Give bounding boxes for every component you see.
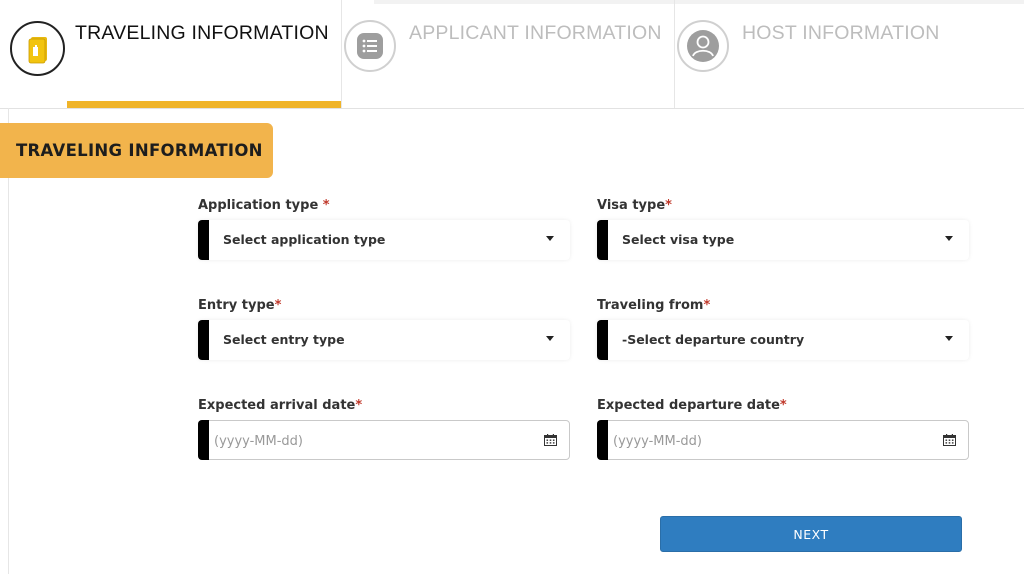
arrival-date-label: Expected arrival date* bbox=[198, 398, 363, 413]
section-title-banner: TRAVELING INFORMATION bbox=[0, 123, 273, 178]
entry-type-selected: Select entry type bbox=[223, 332, 345, 347]
tab-label: APPLICANT INFORMATION bbox=[409, 22, 662, 44]
caret-down-icon bbox=[945, 336, 953, 341]
tab-applicant-information[interactable]: APPLICANT INFORMATION bbox=[341, 0, 675, 108]
passport-icon bbox=[28, 36, 47, 63]
required-mark: * bbox=[355, 398, 363, 413]
user-icon bbox=[687, 30, 719, 62]
departure-date-input[interactable] bbox=[611, 429, 935, 453]
application-type-label: Application type * bbox=[198, 198, 330, 213]
caret-down-icon bbox=[945, 236, 953, 241]
entry-type-select[interactable]: Select entry type bbox=[198, 320, 570, 360]
traveling-from-select[interactable]: -Select departure country bbox=[597, 320, 969, 360]
application-type-select[interactable]: Select application type bbox=[198, 220, 570, 260]
caret-down-icon bbox=[546, 236, 554, 241]
departure-date-container bbox=[597, 420, 969, 460]
tab-icon-circle bbox=[677, 20, 729, 72]
application-type-selected: Select application type bbox=[223, 232, 386, 247]
departure-date-label: Expected departure date* bbox=[597, 398, 787, 413]
required-mark: * bbox=[274, 298, 282, 313]
list-icon bbox=[357, 33, 383, 59]
arrival-date-input[interactable] bbox=[212, 429, 536, 453]
next-button[interactable]: NEXT bbox=[660, 516, 962, 552]
required-mark: * bbox=[322, 198, 330, 213]
tab-label: HOST INFORMATION bbox=[742, 22, 940, 44]
traveling-from-selected: -Select departure country bbox=[622, 332, 805, 347]
tab-icon-circle bbox=[10, 21, 65, 76]
visa-type-label: Visa type* bbox=[597, 198, 672, 213]
tabs-divider bbox=[0, 108, 1024, 109]
required-mark: * bbox=[779, 398, 787, 413]
calendar-icon[interactable] bbox=[943, 434, 956, 446]
arrival-date-container bbox=[198, 420, 570, 460]
stepper-tabs: TRAVELING INFORMATION APPLICANT INFORMAT… bbox=[0, 0, 1024, 108]
tab-label: TRAVELING INFORMATION bbox=[75, 22, 329, 44]
visa-type-selected: Select visa type bbox=[622, 232, 735, 247]
traveling-from-label: Traveling from* bbox=[597, 298, 711, 313]
calendar-icon[interactable] bbox=[544, 434, 557, 446]
visa-type-select[interactable]: Select visa type bbox=[597, 220, 969, 260]
active-tab-indicator bbox=[67, 101, 341, 108]
tab-traveling-information[interactable]: TRAVELING INFORMATION bbox=[0, 0, 341, 108]
required-mark: * bbox=[703, 298, 711, 313]
tab-icon-circle bbox=[344, 20, 396, 72]
tab-host-information[interactable]: HOST INFORMATION bbox=[674, 0, 1024, 108]
caret-down-icon bbox=[546, 336, 554, 341]
required-mark: * bbox=[665, 198, 672, 213]
entry-type-label: Entry type* bbox=[198, 298, 282, 313]
